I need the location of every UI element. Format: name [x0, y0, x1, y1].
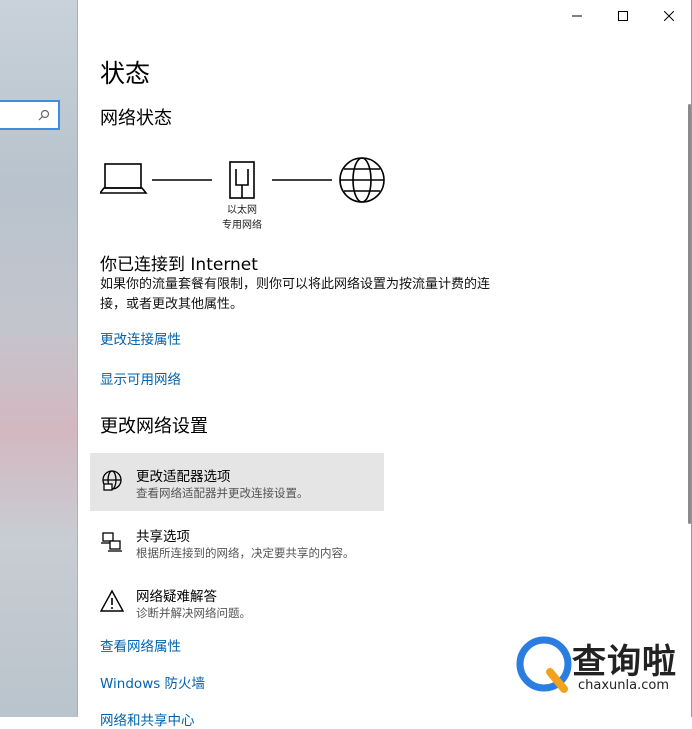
option-title: 更改适配器选项: [136, 469, 231, 485]
maximize-icon: [618, 11, 628, 21]
network-troubleshooter-item[interactable]: 网络疑难解答 诊断并解决网络问题。: [90, 573, 384, 631]
windows-firewall-link[interactable]: Windows 防火墙: [100, 672, 205, 692]
network-diagram: 以太网 专用网络: [98, 155, 400, 235]
option-subtitle: 诊断并解决网络问题。: [136, 606, 251, 620]
sharing-icon: [101, 532, 122, 552]
watermark-url: chaxunla.com: [578, 678, 669, 693]
network-status-heading: 网络状态: [100, 108, 172, 129]
computer-icon: [98, 163, 148, 194]
globe-icon: [339, 157, 385, 203]
globe-adapter-icon: [102, 470, 122, 491]
option-title: 网络疑难解答: [136, 589, 217, 605]
view-network-properties-link[interactable]: 查看网络属性: [100, 635, 181, 655]
show-available-networks-link[interactable]: 显示可用网络: [100, 368, 181, 388]
close-icon: [664, 11, 674, 21]
change-connection-properties-link[interactable]: 更改连接属性: [100, 328, 181, 348]
minimize-button[interactable]: [554, 0, 600, 32]
page-title: 状态: [100, 59, 151, 88]
settings-window: 状态 网络状态 以太网 专用网络 你已连接到 Internet 如果你的流量套餐…: [78, 0, 692, 729]
search-input[interactable]: [0, 100, 60, 130]
search-icon: [38, 109, 50, 121]
watermark: 查询啦 chaxunla.com: [512, 630, 692, 700]
adapter-name-label: 以太网: [227, 205, 257, 216]
option-subtitle: 查看网络适配器并更改连接设置。: [136, 486, 309, 500]
change-adapter-options-item[interactable]: 更改适配器选项 查看网络适配器并更改连接设置。: [90, 453, 384, 511]
title-bar: [554, 0, 692, 32]
watermark-logo-icon: [516, 636, 572, 693]
network-sharing-center-link[interactable]: 网络和共享中心: [100, 709, 195, 729]
option-subtitle: 根据所连接到的网络，决定要共享的内容。: [136, 546, 355, 560]
close-button[interactable]: [646, 0, 692, 32]
sharing-options-item[interactable]: 共享选项 根据所连接到的网络，决定要共享的内容。: [90, 513, 384, 571]
change-network-settings-heading: 更改网络设置: [100, 416, 208, 437]
connection-status-heading: 你已连接到 Internet: [100, 255, 258, 275]
maximize-button[interactable]: [600, 0, 646, 32]
warning-icon: [100, 589, 124, 612]
settings-sidebar: [0, 0, 78, 717]
watermark-brand: 查询啦: [572, 642, 677, 682]
option-title: 共享选项: [136, 529, 190, 545]
network-profile-label: 专用网络: [222, 220, 262, 231]
connection-description: 如果你的流量套餐有限制，则你可以将此网络设置为按流量计费的连接，或者更改其他属性…: [100, 277, 491, 312]
minimize-icon: [572, 15, 582, 17]
ethernet-icon: [229, 161, 255, 199]
